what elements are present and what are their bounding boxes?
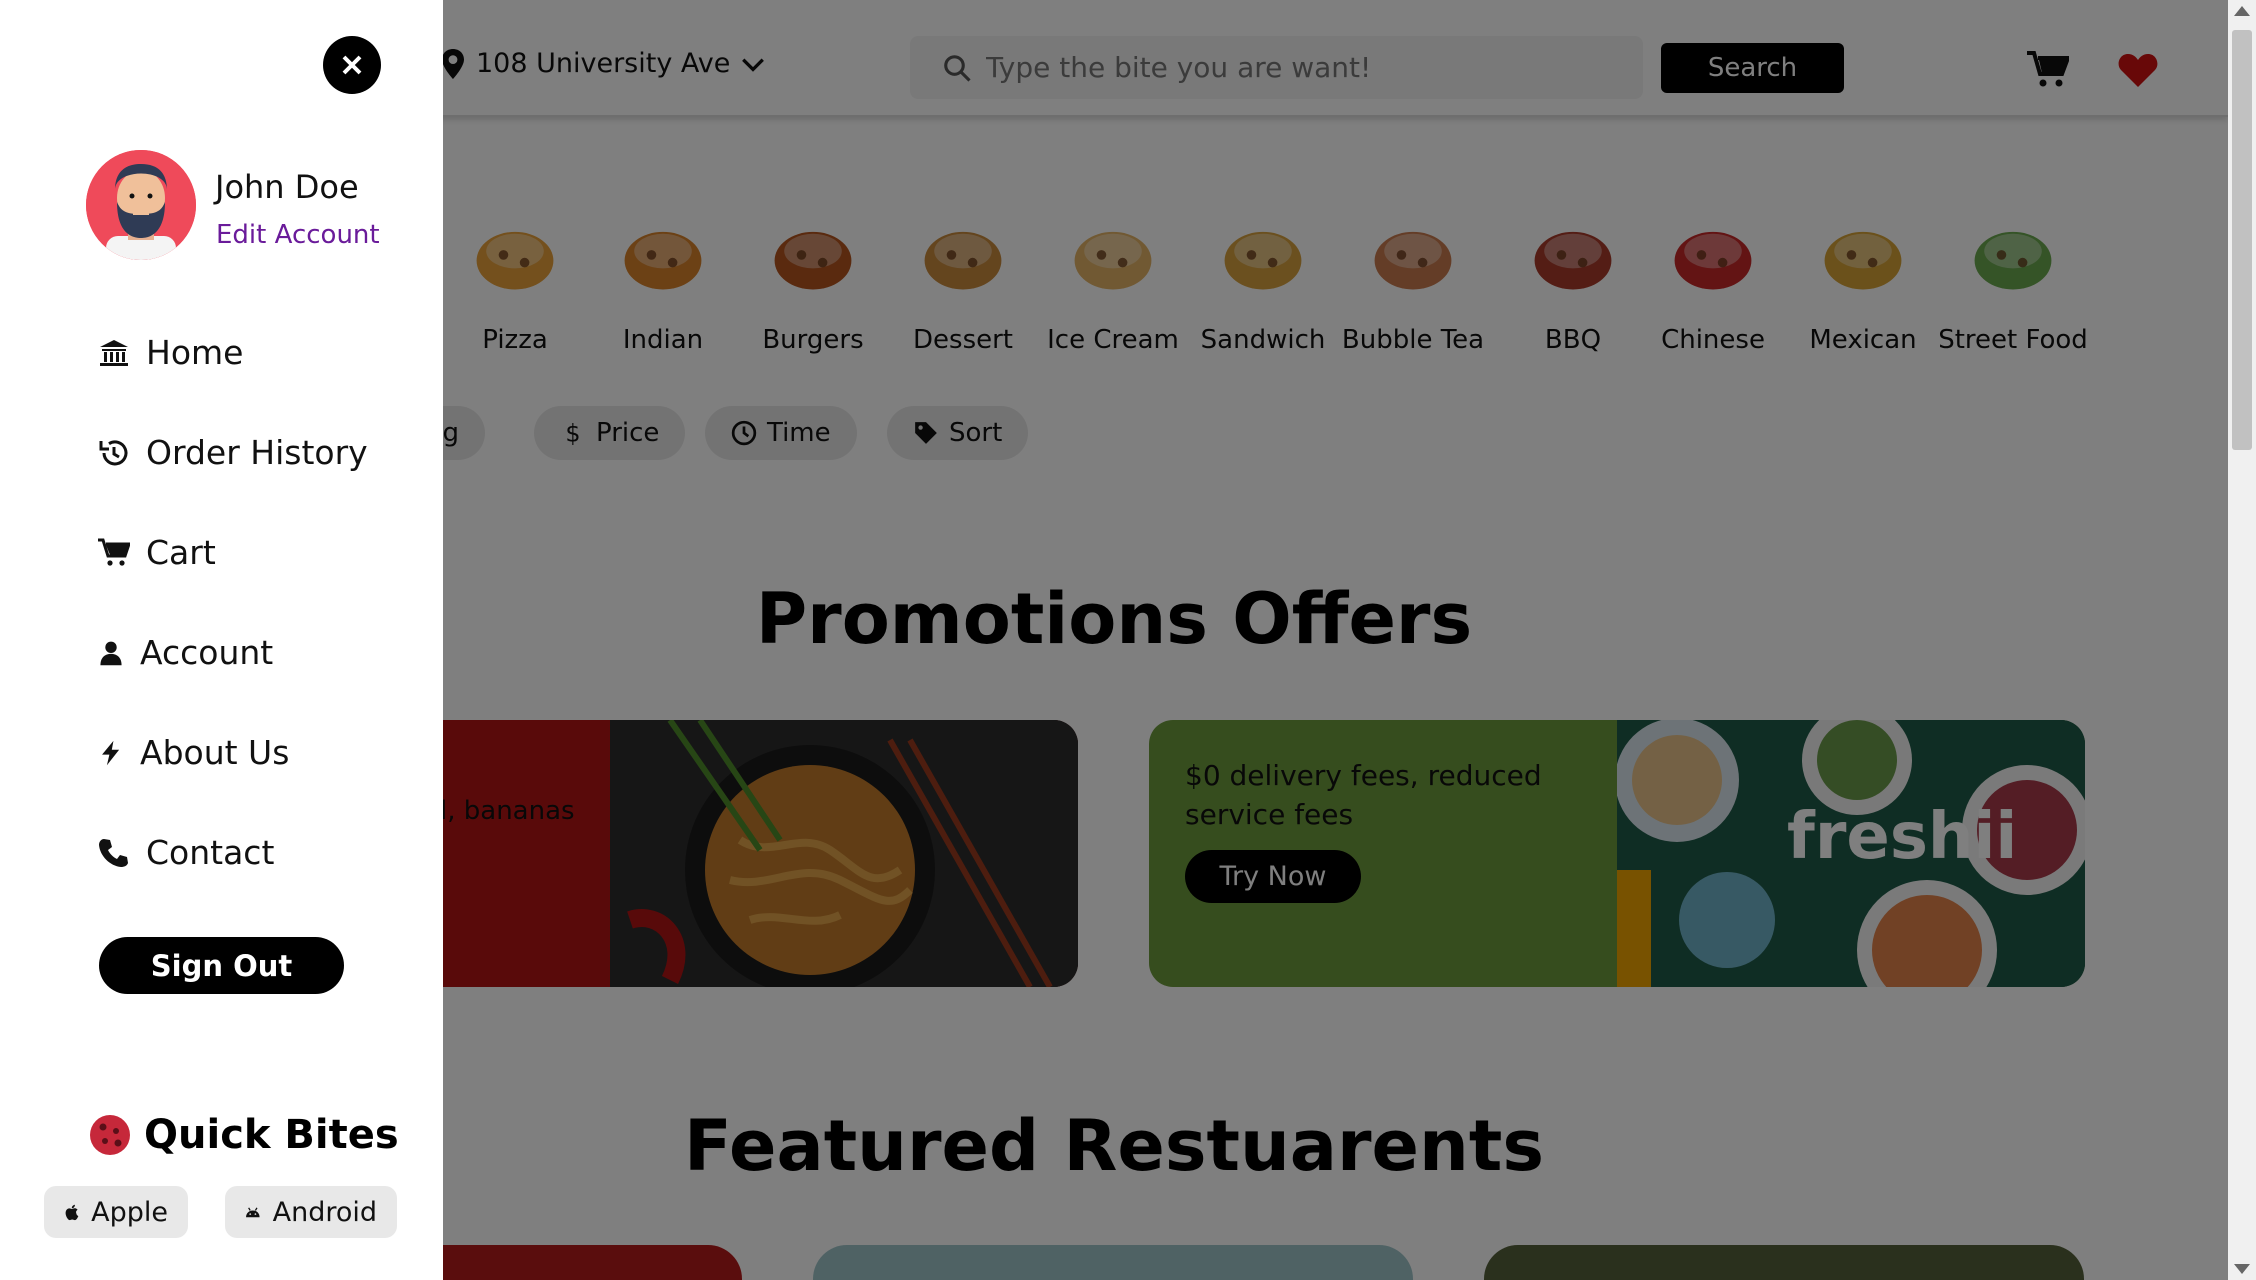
cookie-icon — [90, 1115, 130, 1155]
close-icon — [342, 55, 362, 75]
scroll-down-arrow-icon[interactable] — [2234, 1264, 2250, 1274]
nav-item-order-history[interactable]: Order History — [98, 433, 368, 472]
android-icon — [246, 1207, 260, 1218]
nav-item-account[interactable]: Account — [98, 633, 273, 672]
avatar-illustration — [86, 150, 196, 260]
scrollbar-thumb[interactable] — [2232, 30, 2252, 450]
android-label: Android — [272, 1196, 377, 1228]
brand-name: Quick Bites — [144, 1112, 399, 1158]
side-drawer: John Doe Edit Account Home Order History… — [0, 0, 443, 1280]
bolt-icon — [102, 740, 120, 765]
scroll-up-arrow-icon[interactable] — [2234, 6, 2250, 16]
apple-icon — [65, 1204, 79, 1221]
nav-item-about-us[interactable]: About Us — [98, 733, 289, 772]
close-drawer-button[interactable] — [323, 36, 381, 94]
nav-label: Contact — [146, 833, 275, 872]
page-scrollbar[interactable] — [2228, 0, 2256, 1280]
nav-label: Home — [146, 333, 244, 372]
avatar — [86, 150, 196, 260]
nav-label: About Us — [140, 733, 290, 772]
nav-label: Order History — [146, 433, 368, 472]
nav-item-contact[interactable]: Contact — [98, 833, 274, 872]
user-name: John Doe — [215, 168, 359, 206]
apple-store-button[interactable]: Apple — [44, 1186, 188, 1238]
edit-account-link[interactable]: Edit Account — [216, 220, 380, 250]
phone-icon — [99, 838, 128, 867]
brand-logo: Quick Bites — [88, 1112, 399, 1158]
sign-out-button[interactable]: Sign Out — [99, 937, 344, 994]
nav-label: Cart — [146, 533, 216, 572]
user-icon — [100, 641, 122, 665]
history-icon — [99, 439, 128, 465]
nav-item-cart[interactable]: Cart — [98, 533, 216, 572]
android-store-button[interactable]: Android — [225, 1186, 397, 1238]
nav-label: Account — [140, 633, 274, 672]
nav-item-home[interactable]: Home — [98, 333, 243, 372]
apple-label: Apple — [91, 1196, 168, 1228]
cart-icon — [98, 538, 130, 566]
bank-icon — [100, 339, 128, 366]
